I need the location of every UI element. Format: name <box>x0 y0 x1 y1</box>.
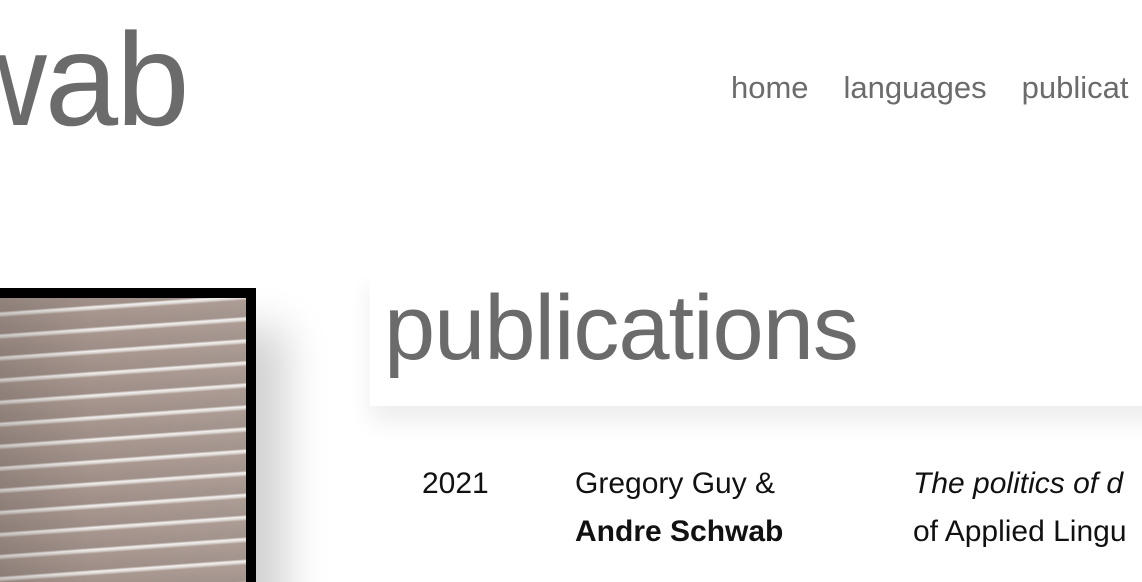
publication-title-italic: The politics of d <box>913 467 1124 500</box>
profile-photo <box>0 288 256 582</box>
publication-authors: Gregory Guy & Andre Schwab <box>575 460 783 556</box>
publication-year: 2021 <box>422 467 489 500</box>
nav-link-publications[interactable]: publicat <box>1022 70 1129 106</box>
site-title-text: hwab <box>0 6 190 153</box>
publication-author-line-1: Gregory Guy & <box>575 467 776 500</box>
site-title[interactable]: hwab <box>0 6 190 153</box>
page: hwab home languages publicat publication… <box>0 0 1142 582</box>
publication-venue: of Applied Lingu <box>913 515 1127 548</box>
page-title: publications <box>384 277 859 379</box>
profile-photo-frame <box>0 288 256 582</box>
main-nav: home languages publicat <box>731 70 1128 106</box>
publication-author-line-2: Andre Schwab <box>575 515 784 548</box>
publication-title: The politics of d of Applied Lingu <box>913 460 1127 556</box>
nav-link-languages[interactable]: languages <box>844 70 987 106</box>
nav-link-home[interactable]: home <box>731 70 809 106</box>
